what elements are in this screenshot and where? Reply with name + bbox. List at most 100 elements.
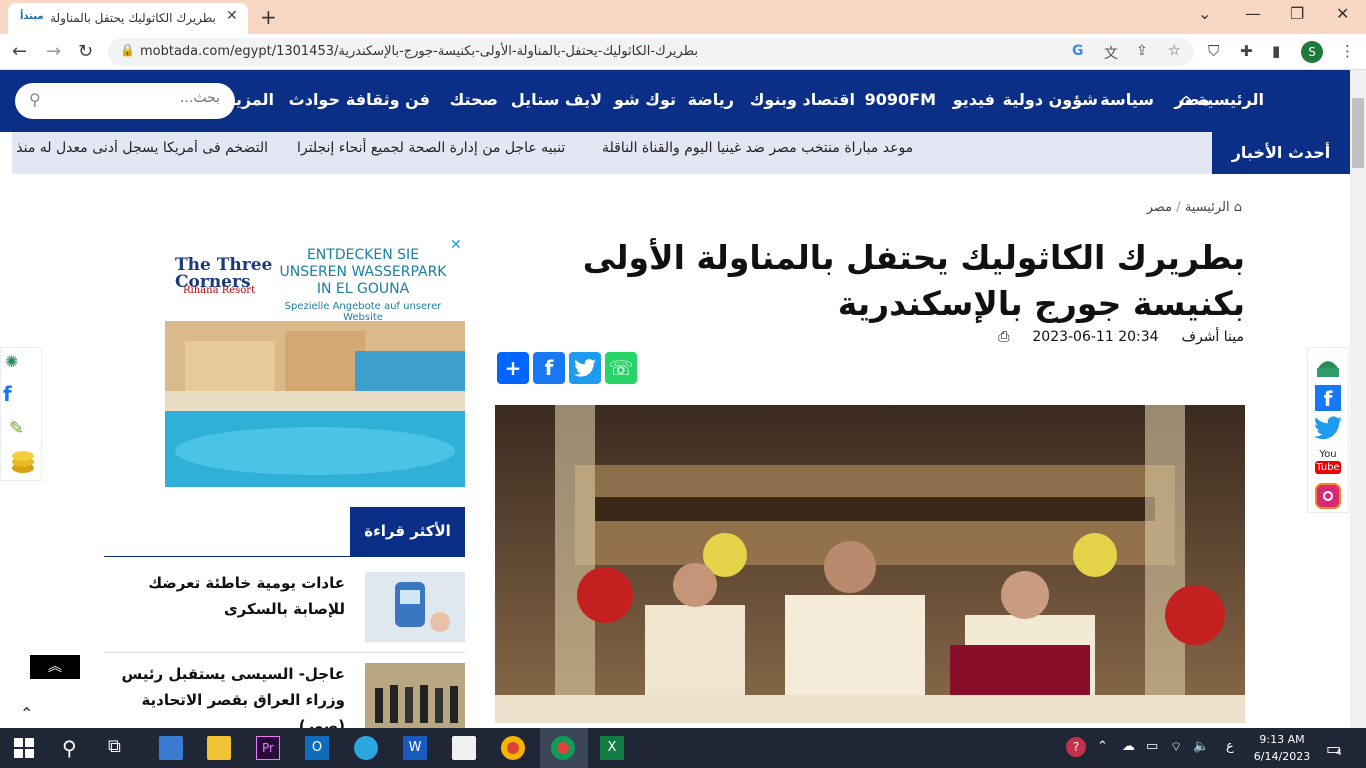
forward-icon[interactable]: → <box>46 41 61 62</box>
twitter-icon[interactable] <box>1314 416 1342 440</box>
file-explorer-icon[interactable] <box>207 736 231 760</box>
clock[interactable]: 9:13 AM 6/14/2023 <box>1250 731 1314 765</box>
most-read-thumbnail[interactable] <box>365 663 465 733</box>
nav-item-video[interactable]: فيديو <box>953 90 995 109</box>
instagram-icon[interactable] <box>1315 483 1341 509</box>
restore-icon[interactable]: ❐ <box>1290 4 1304 23</box>
list-item[interactable]: عادات يومية خاطئة تعرضك للإصابة بالسكرى <box>104 570 465 653</box>
ad-headline: ENTDECKEN SIE UNSEREN WASSERPARK IN EL G… <box>279 247 447 297</box>
ad-banner[interactable]: The Three Corners Rihana Resort ENTDECKEN… <box>165 237 465 487</box>
google-lens-icon[interactable]: G <box>1072 43 1084 59</box>
clock-date: 6/14/2023 <box>1253 750 1311 763</box>
new-tab-icon[interactable]: + <box>260 5 277 29</box>
tab-title: بطريرك الكاثوليك يحتفل بالمناولة الأ <box>46 11 216 25</box>
chevron-up-icon[interactable]: ⌃ <box>20 704 33 723</box>
youtube-icon[interactable]: You Tube <box>1315 449 1341 477</box>
most-read-title[interactable]: عادات يومية خاطئة تعرضك للإصابة بالسكرى <box>105 570 345 622</box>
scroll-to-top-button[interactable]: ︽ <box>30 655 80 679</box>
close-tab-icon[interactable]: ✕ <box>226 8 238 24</box>
nav-item-intl[interactable]: شؤون دولية <box>1003 90 1098 109</box>
browser-toolbar: ← → ↻ 🔒 mobtada.com/egypt/1301453/بطريرك… <box>0 34 1366 70</box>
article-main-image[interactable] <box>495 405 1245 723</box>
cloud-icon[interactable]: ☁ <box>1122 739 1135 754</box>
nav-item-culture[interactable]: فن وثقافة <box>346 90 430 109</box>
scrollbar-thumb[interactable] <box>1352 98 1364 168</box>
ad-resort-image[interactable] <box>165 321 465 487</box>
share-button[interactable]: + <box>497 352 529 384</box>
breadcrumb: ⌂ الرئيسية / مصر <box>1146 200 1242 215</box>
chrome-icon[interactable] <box>501 736 525 760</box>
facebook-share-icon[interactable]: f <box>533 352 565 384</box>
windows-start-icon[interactable] <box>14 736 38 760</box>
search-box: ⚲ <box>15 83 235 119</box>
nav-item-talkshow[interactable]: توك شو <box>614 90 676 109</box>
nav-item-politics[interactable]: سياسة <box>1100 90 1154 109</box>
task-view-icon[interactable]: ⧉ <box>108 736 132 760</box>
side-panel-icon[interactable]: ▮ <box>1272 42 1280 60</box>
radio-logo-icon[interactable]: ✺ <box>5 352 39 376</box>
facebook-icon[interactable]: f <box>3 382 41 410</box>
mosque-icon[interactable] <box>1314 354 1342 378</box>
breadcrumb-home[interactable]: الرئيسية <box>1185 200 1230 215</box>
premiere-icon[interactable]: Pr <box>256 736 280 760</box>
chrome-profile-icon[interactable] <box>551 736 575 760</box>
search-icon[interactable]: ⚲ <box>62 736 86 760</box>
browser-tab-bar: مبتدأ بطريرك الكاثوليك يحتفل بالمناولة ا… <box>0 0 1366 34</box>
facebook-icon[interactable]: f <box>1315 385 1341 411</box>
store-icon[interactable] <box>452 736 476 760</box>
notification-count: 4 <box>1336 748 1342 758</box>
nav-item-egypt[interactable]: مصر <box>1174 90 1210 109</box>
nav-item-health[interactable]: صحتك <box>450 90 498 109</box>
money-icon[interactable]: ✎ <box>9 418 37 442</box>
ticker-item[interactable]: موعد مباراة منتخب مصر ضد غينيا اليوم وال… <box>602 140 913 156</box>
menu-icon[interactable]: ⋮ <box>1340 42 1355 60</box>
nav-item-accidents[interactable]: حوادث <box>289 90 340 109</box>
home-icon: ⌂ <box>1233 200 1242 215</box>
word-icon[interactable]: W <box>403 736 427 760</box>
volume-icon[interactable]: 🔈 <box>1193 739 1209 754</box>
nav-item-fm[interactable]: 9090FM <box>865 90 936 109</box>
window-close-icon[interactable]: ✕ <box>1336 4 1349 23</box>
bookmark-star-icon[interactable]: ☆ <box>1168 43 1181 59</box>
print-icon[interactable]: ⎙ <box>998 329 1009 345</box>
search-icon[interactable]: ⚲ <box>29 90 41 109</box>
page-scrollbar[interactable] <box>1350 70 1366 728</box>
twitter-share-icon[interactable] <box>569 352 601 384</box>
profile-avatar[interactable]: S <box>1301 41 1323 63</box>
breadcrumb-section[interactable]: مصر <box>1147 200 1172 215</box>
network-icon[interactable]: ▭ <box>1146 739 1158 754</box>
mail-icon[interactable] <box>159 736 183 760</box>
nav-item-sports[interactable]: رياضة <box>688 90 734 109</box>
minimize-icon[interactable]: — <box>1245 4 1261 23</box>
nav-item-economy[interactable]: اقتصاد وبنوك <box>750 90 855 109</box>
coins-icon[interactable] <box>9 448 37 476</box>
back-icon[interactable]: ← <box>12 41 27 62</box>
share-icon[interactable]: ⇪ <box>1136 43 1148 59</box>
brave-shield-icon[interactable]: ⛉ <box>1208 42 1219 60</box>
list-item[interactable]: عاجل- السيسى يستقبل رئيس وزراء العراق بق… <box>104 663 465 735</box>
chevron-up-icon[interactable]: ⌃ <box>1097 739 1108 754</box>
extensions-icon[interactable]: ✚ <box>1240 42 1253 60</box>
outlook-icon[interactable]: O <box>305 736 329 760</box>
edge-icon[interactable] <box>354 736 378 760</box>
wifi-icon[interactable]: ⌔ <box>1170 739 1182 755</box>
ticker-item[interactable]: التضخم فى أمريكا يسجل أدنى معدل له منذ <box>12 140 268 156</box>
browser-tab[interactable]: مبتدأ بطريرك الكاثوليك يحتفل بالمناولة ا… <box>8 3 248 34</box>
address-bar[interactable]: 🔒 mobtada.com/egypt/1301453/بطريرك-الكاث… <box>108 38 1194 66</box>
ticker-item[interactable]: تنبيه عاجل من إدارة الصحة لجميع أنحاء إن… <box>297 140 565 156</box>
downloads-toggle[interactable]: ⌃ <box>0 700 55 728</box>
language-indicator[interactable]: ع <box>1226 739 1234 754</box>
lock-icon[interactable]: 🔒 <box>120 43 135 57</box>
search-input[interactable] <box>60 90 220 106</box>
excel-icon[interactable]: X <box>600 736 624 760</box>
translate-icon[interactable]: 文 <box>1104 43 1118 63</box>
nav-item-lifestyle[interactable]: لايف ستايل <box>511 90 602 109</box>
reload-icon[interactable]: ↻ <box>78 41 93 62</box>
help-icon[interactable]: ? <box>1066 737 1086 757</box>
tab-search-icon[interactable]: ⌄ <box>1198 4 1211 23</box>
whatsapp-share-icon[interactable]: ☏ <box>605 352 637 384</box>
ad-close-icon[interactable]: ✕ <box>450 237 462 253</box>
social-links-right: f You Tube <box>1307 347 1349 513</box>
most-read-thumbnail[interactable] <box>365 572 465 642</box>
article-author[interactable]: مينا أشرف <box>1181 329 1244 345</box>
